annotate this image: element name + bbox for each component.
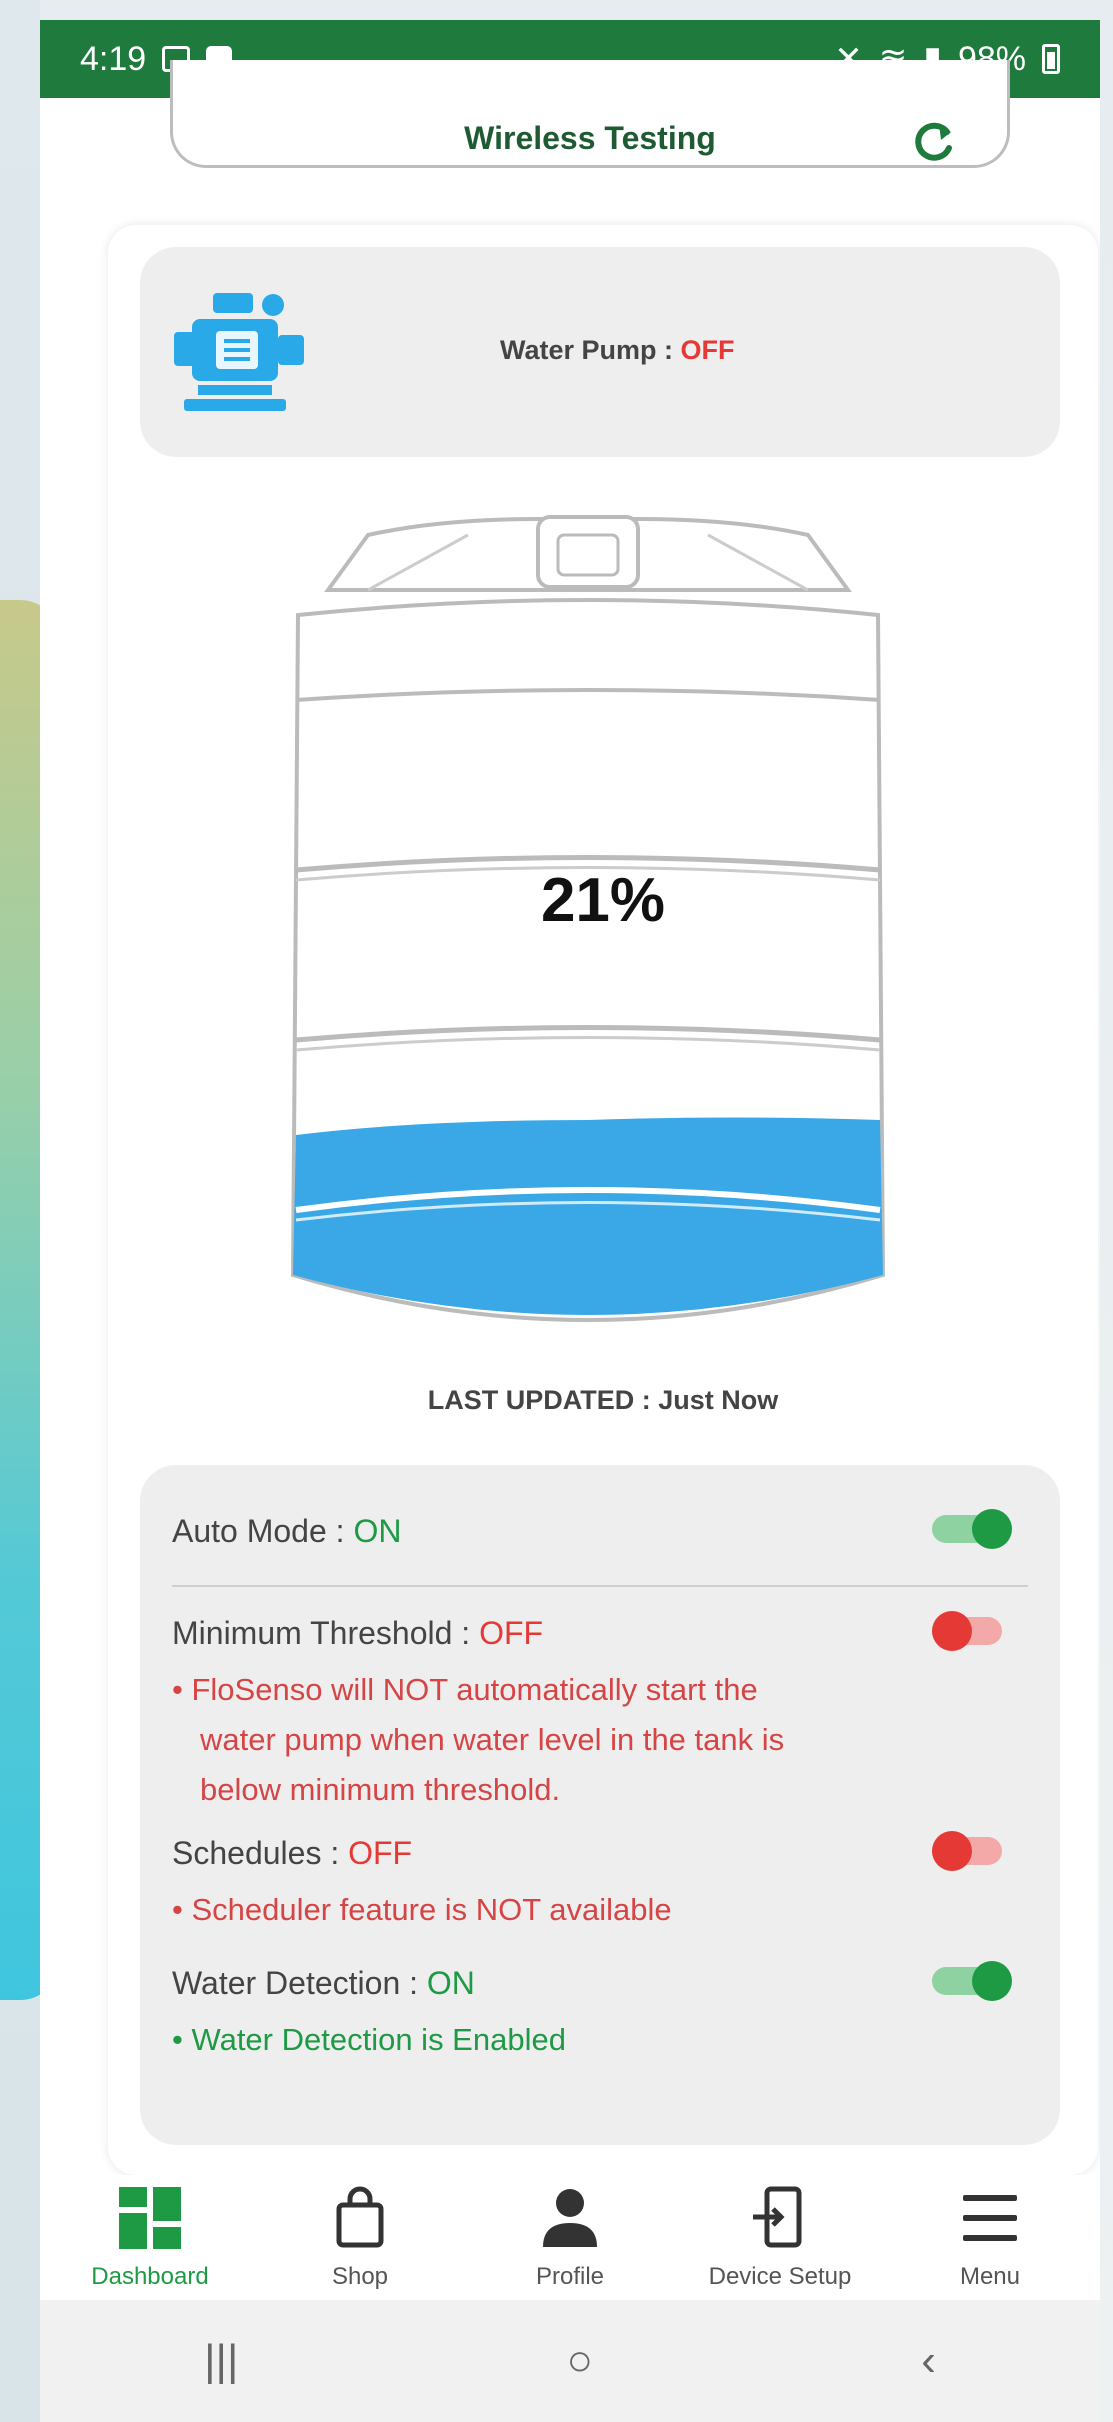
water-detection-row: Water Detection : ON [172,1965,475,2002]
header-card: Wireless Testing [170,60,1010,168]
nav-profile[interactable]: Profile [470,2175,670,2300]
pump-label: Water Pump : [500,335,674,365]
nav-shop-label: Shop [331,2263,389,2290]
recent-apps-icon[interactable]: ||| [204,2336,238,2386]
divider [172,1585,1028,1587]
person-icon [543,2189,597,2247]
battery-icon [1042,44,1060,74]
status-time: 4:19 [80,39,147,78]
shopping-bag-icon [336,2186,384,2248]
pump-status-value: OFF [680,335,735,365]
nav-device-setup-label: Device Setup [708,2263,852,2290]
schedules-label: Schedules : [172,1835,340,1871]
water-pump-icon [174,293,304,411]
nav-dashboard-label: Dashboard [91,2263,209,2290]
auto-mode-label: Auto Mode : [172,1513,345,1549]
page-title: Wireless Testing [464,120,716,156]
last-updated-label: LAST UPDATED : [427,1385,651,1415]
last-updated: LAST UPDATED : Just Now [108,1385,1098,1416]
water-detection-toggle[interactable] [932,1961,1012,2001]
bottom-navigation: Dashboard Shop Profile Device Setup Menu [40,2175,1100,2300]
nav-menu-label: Menu [959,2263,1021,2290]
schedules-status: OFF [348,1835,413,1871]
hamburger-menu-icon [963,2195,1017,2241]
tank-level-percent: 21% [540,866,666,935]
schedules-note: • Scheduler feature is NOT available [172,1892,672,1927]
dashboard-icon [119,2187,181,2249]
min-threshold-note: • FloSenso will NOT automatically start … [172,1665,784,1815]
settings-card: Auto Mode : ON Minimum Threshold : OFF •… [140,1465,1060,2145]
min-threshold-label: Minimum Threshold : [172,1615,471,1651]
auto-mode-row: Auto Mode : ON [172,1513,401,1550]
back-icon[interactable]: ‹ [921,2336,936,2386]
system-navigation-bar: ||| ○ ‹ [40,2300,1100,2422]
nav-device-setup[interactable]: Device Setup [680,2175,880,2300]
min-threshold-note-line: below minimum threshold. [200,1772,561,1807]
nav-profile-label: Profile [535,2263,605,2290]
min-threshold-row: Minimum Threshold : OFF [172,1615,543,1652]
min-threshold-status: OFF [479,1615,544,1651]
pump-status-text: Water Pump : OFF [500,335,735,366]
min-threshold-note-line: • FloSenso will NOT automatically start … [172,1672,758,1707]
min-threshold-note-line: water pump when water level in the tank … [200,1722,785,1757]
water-detection-status: ON [426,1965,475,2001]
pump-status-card: Water Pump : OFF [140,247,1060,457]
last-updated-value: Just Now [658,1385,779,1415]
water-fill [293,1117,883,1315]
device-setup-icon [753,2186,802,2248]
auto-mode-toggle[interactable] [932,1509,1012,1549]
home-icon[interactable]: ○ [567,2336,594,2386]
refresh-icon[interactable] [909,118,957,166]
water-detection-note: • Water Detection is Enabled [172,2022,566,2057]
schedules-row: Schedules : OFF [172,1835,412,1872]
auto-mode-status: ON [353,1513,402,1549]
min-threshold-toggle[interactable] [932,1611,1012,1651]
main-card: Water Pump : OFF 21% LAST UPDATED : Just… [108,225,1098,2175]
nav-menu[interactable]: Menu [890,2175,1090,2300]
nav-shop[interactable]: Shop [260,2175,460,2300]
water-detection-label: Water Detection : [172,1965,419,2001]
schedules-toggle[interactable] [932,1831,1012,1871]
nav-dashboard[interactable]: Dashboard [50,2175,250,2300]
phone-screen: 4:19 ✕ ≋ ▮ 98% Wireless Testing Water Pu… [40,20,1100,2422]
